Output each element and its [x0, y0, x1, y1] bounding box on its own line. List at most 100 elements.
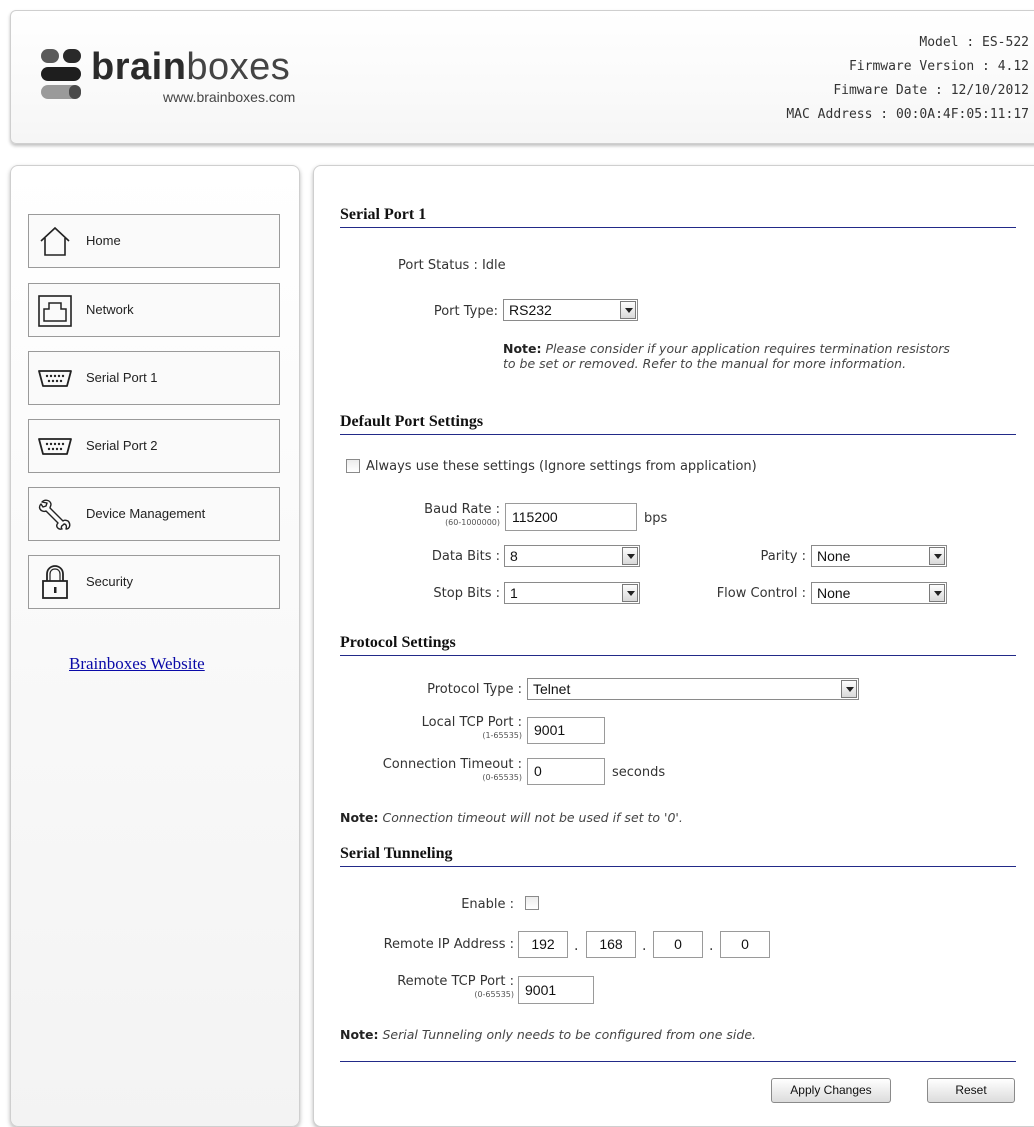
chevron-down-icon	[620, 301, 636, 319]
baud-rate-range: (60-1000000)	[445, 518, 500, 527]
brainboxes-logo: brainboxes www.brainboxes.com	[39, 41, 339, 111]
baud-rate-text: Baud Rate :	[424, 502, 500, 517]
parity-select[interactable]: None	[811, 545, 947, 567]
protocol-type-select[interactable]: Telnet	[527, 678, 859, 700]
serial-tunneling-note: Note: Serial Tunneling only needs to be …	[340, 1027, 1000, 1042]
note-label: Note:	[340, 810, 379, 825]
connection-timeout-label: Connection Timeout : (0-65535)	[314, 757, 522, 782]
remote-ip-label: Remote IP Address :	[383, 937, 514, 952]
parity-value: None	[817, 548, 851, 564]
baud-rate-label: Baud Rate : (60-1000000)	[314, 502, 500, 527]
baud-rate-input[interactable]: 115200	[505, 503, 637, 531]
port-type-label: Port Type:	[433, 304, 498, 319]
header-panel: brainboxes www.brainboxes.com Model : ES…	[10, 10, 1034, 144]
tunneling-enable-checkbox[interactable]	[525, 896, 539, 910]
sidebar-item-label: Security	[86, 574, 133, 589]
data-bits-select[interactable]: 8	[504, 545, 640, 567]
flow-control-value: None	[817, 585, 851, 601]
chevron-down-icon	[622, 547, 638, 565]
sidebar: Home Network Serial Port 1 Serial Port 2…	[10, 165, 300, 1127]
local-tcp-port-label: Local TCP Port : (1-65535)	[314, 715, 522, 740]
logo-url: www.brainboxes.com	[163, 89, 296, 105]
brainboxes-website-link[interactable]: Brainboxes Website	[69, 654, 205, 674]
tunneling-enable-label: Enable :	[461, 897, 514, 912]
stop-bits-label: Stop Bits :	[433, 586, 500, 601]
sidebar-item-label: Home	[86, 233, 121, 248]
remote-ip-octet-3[interactable]: 0	[653, 931, 703, 958]
serial-port-icon	[38, 438, 72, 455]
sidebar-item-network[interactable]: Network	[28, 283, 280, 337]
flow-control-select[interactable]: None	[811, 582, 947, 604]
port-type-value: RS232	[509, 302, 552, 318]
baud-rate-unit: bps	[644, 511, 668, 526]
apply-changes-button[interactable]: Apply Changes	[771, 1078, 891, 1103]
ip-separator: .	[574, 938, 579, 954]
connection-timeout-unit: seconds	[612, 765, 666, 780]
remote-ip-octet-1[interactable]: 192	[518, 931, 568, 958]
sidebar-item-label: Device Management	[86, 506, 206, 521]
chevron-down-icon	[929, 547, 945, 565]
data-bits-label: Data Bits :	[431, 549, 500, 564]
port-type-note: Note: Please consider if your applicatio…	[503, 341, 963, 371]
sidebar-item-serial-port-1[interactable]: Serial Port 1	[28, 351, 280, 405]
protocol-type-label: Protocol Type :	[427, 682, 522, 697]
stop-bits-value: 1	[510, 585, 518, 601]
local-tcp-port-range: (1-65535)	[482, 731, 522, 740]
logo-mark-icon	[39, 41, 89, 101]
network-icon	[38, 295, 72, 327]
remote-tcp-port-range: (0-65535)	[474, 990, 514, 999]
note-label: Note:	[503, 341, 542, 356]
connection-timeout-text: Connection Timeout :	[382, 757, 522, 772]
flow-control-label: Flow Control :	[716, 586, 806, 601]
wrench-icon	[38, 499, 71, 530]
remote-ip-octet-2[interactable]: 168	[586, 931, 636, 958]
info-model: Model : ES-522	[919, 35, 1029, 50]
local-tcp-port-input[interactable]: 9001	[527, 717, 605, 744]
section-title-default-port-settings: Default Port Settings	[340, 413, 1016, 435]
sidebar-item-device-management[interactable]: Device Management	[28, 487, 280, 541]
info-firmware-version: Firmware Version : 4.12	[848, 59, 1029, 74]
info-mac-address: MAC Address : 00:0A:4F:05:11:17	[786, 107, 1029, 122]
ip-separator: .	[642, 938, 647, 954]
remote-tcp-port-label: Remote TCP Port : (0-65535)	[314, 974, 514, 999]
port-status: Port Status : Idle	[398, 258, 506, 273]
sidebar-item-home[interactable]: Home	[28, 214, 280, 268]
device-info: Model : ES-522 Firmware Version : 4.12 F…	[786, 31, 1029, 127]
note-label: Note:	[340, 1027, 379, 1042]
note-text: Serial Tunneling only needs to be config…	[382, 1027, 756, 1042]
divider	[340, 1061, 1016, 1062]
serial-port-icon	[38, 370, 72, 387]
logo-wordmark: brainboxes	[91, 46, 291, 88]
sidebar-item-label: Serial Port 1	[86, 370, 158, 385]
note-text: Connection timeout will not be used if s…	[382, 810, 683, 825]
stop-bits-select[interactable]: 1	[504, 582, 640, 604]
always-use-settings-checkbox[interactable]	[346, 459, 360, 473]
sidebar-item-security[interactable]: Security	[28, 555, 280, 609]
section-title-serial-tunneling: Serial Tunneling	[340, 845, 1016, 867]
connection-timeout-note: Note: Connection timeout will not be use…	[340, 810, 1000, 825]
protocol-type-value: Telnet	[533, 681, 571, 697]
data-bits-value: 8	[510, 548, 518, 564]
section-title-serial-port: Serial Port 1	[340, 206, 1016, 228]
reset-button[interactable]: Reset	[927, 1078, 1015, 1103]
always-use-settings-label: Always use these settings (Ignore settin…	[366, 459, 757, 474]
chevron-down-icon	[929, 584, 945, 602]
port-type-select[interactable]: RS232	[503, 299, 638, 321]
section-title-protocol-settings: Protocol Settings	[340, 634, 1016, 656]
note-text: Please consider if your application requ…	[503, 341, 950, 371]
local-tcp-port-text: Local TCP Port :	[421, 715, 522, 730]
info-firmware-date: Fimware Date : 12/10/2012	[833, 83, 1029, 98]
parity-label: Parity :	[760, 549, 806, 564]
remote-tcp-port-text: Remote TCP Port :	[397, 974, 514, 989]
chevron-down-icon	[622, 584, 638, 602]
sidebar-item-label: Network	[86, 302, 134, 317]
remote-tcp-port-input[interactable]: 9001	[518, 976, 594, 1004]
chevron-down-icon	[841, 680, 857, 698]
sidebar-item-label: Serial Port 2	[86, 438, 158, 453]
sidebar-item-serial-port-2[interactable]: Serial Port 2	[28, 419, 280, 473]
remote-ip-octet-4[interactable]: 0	[720, 931, 770, 958]
main-panel: Serial Port 1 Port Status : Idle Port Ty…	[313, 165, 1034, 1127]
connection-timeout-input[interactable]: 0	[527, 758, 605, 785]
home-icon	[40, 226, 70, 256]
ip-separator: .	[709, 938, 714, 954]
